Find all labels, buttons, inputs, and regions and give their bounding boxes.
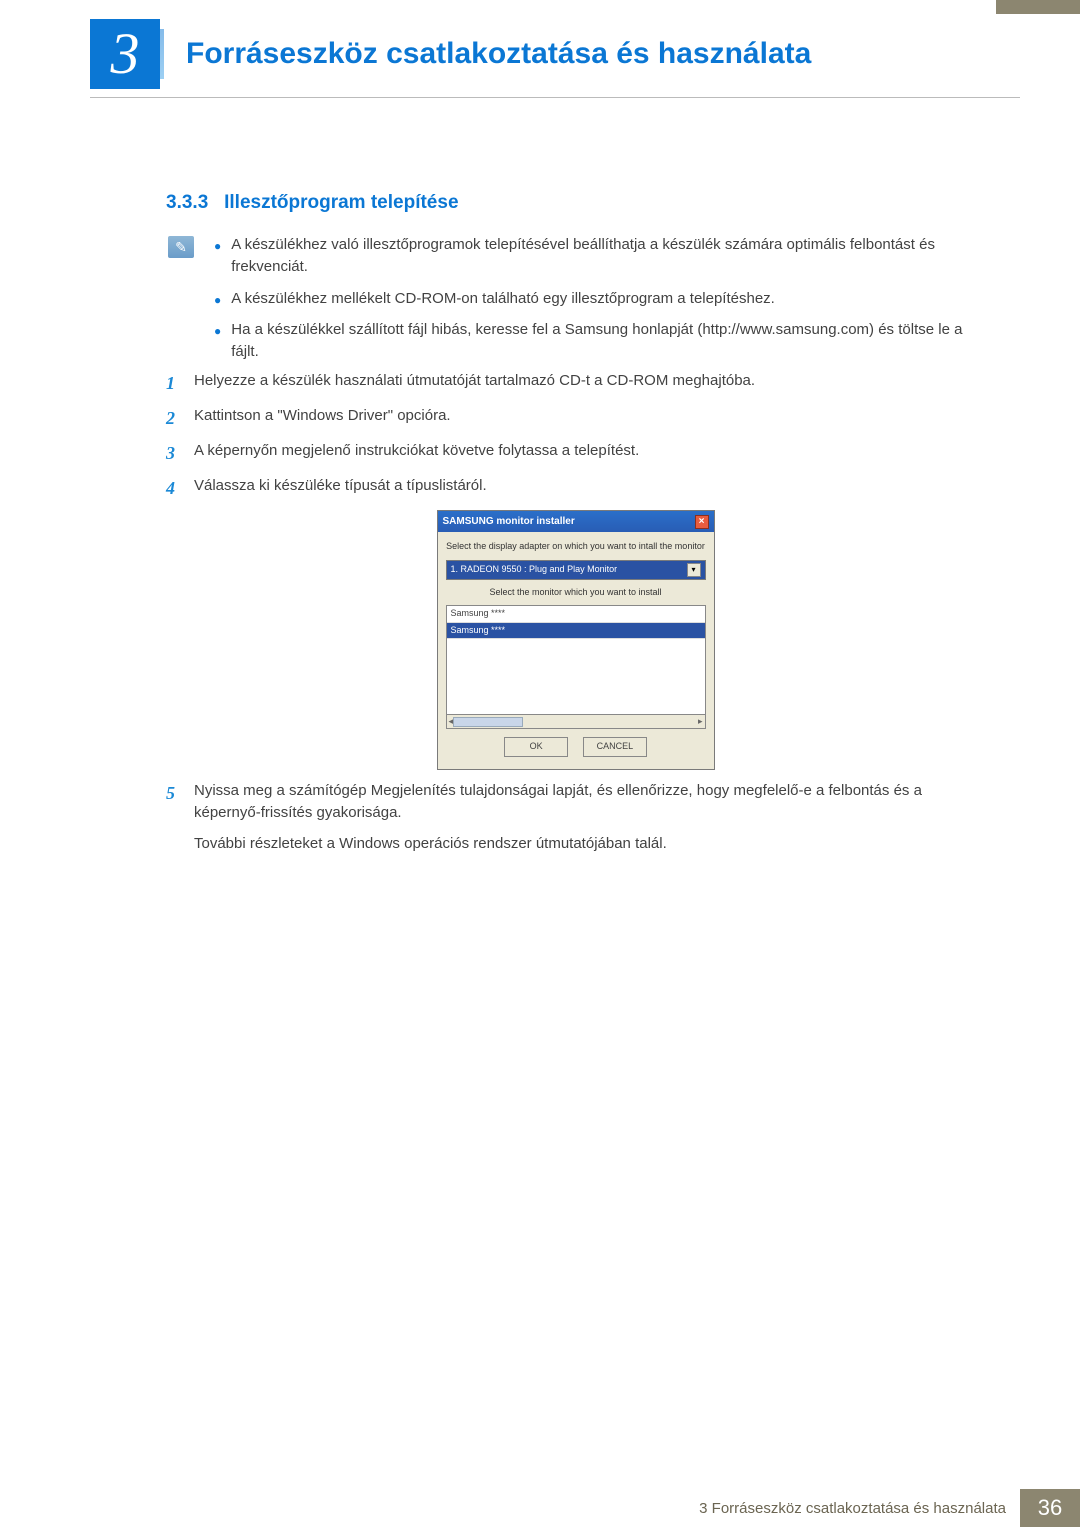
list-item[interactable]: Samsung **** [447,623,705,640]
top-edge-tab [996,0,1080,14]
page-footer: 3 Forráseszköz csatlakoztatása és haszná… [0,1489,1080,1527]
list-item[interactable]: Samsung **** [447,606,705,623]
chapter-number-badge: 3 [90,19,160,89]
page-number: 36 [1020,1489,1080,1527]
dialog-title-text: SAMSUNG monitor installer [443,514,575,529]
step-text: Válassza ki készüléke típusát a típuslis… [194,475,985,502]
steps-block: 1Helyezze a készülék használati útmutató… [166,370,985,863]
chevron-down-icon[interactable]: ▾ [687,563,701,577]
note-text: Ha a készülékkel szállított fájl hibás, … [231,319,985,363]
dialog-titlebar: SAMSUNG monitor installer × [438,511,714,532]
step-number: 1 [166,370,194,397]
step-number: 2 [166,405,194,432]
monitor-list[interactable]: Samsung **** Samsung **** [446,605,706,715]
section-title: Illesztőprogram telepítése [224,192,458,213]
horizontal-scrollbar[interactable]: ◂ ▸ [446,715,706,729]
bullet-icon: ● [214,292,221,310]
step-text: A képernyőn megjelenő instrukciókat köve… [194,440,985,467]
step-extra-text: További részleteket a Windows operációs … [194,833,985,856]
section-heading: 3.3.3 Illesztőprogram telepítése [166,192,459,214]
note-text: A készülékhez való illesztőprogramok tel… [231,234,985,278]
chapter-title: Forráseszköz csatlakoztatása és használa… [186,37,811,71]
step-text: Kattintson a "Windows Driver" opcióra. [194,405,985,432]
step-number: 3 [166,440,194,467]
dialog-instruction-1: Select the display adapter on which you … [446,540,706,554]
section-number: 3.3.3 [166,192,208,213]
bullet-icon: ● [214,238,221,278]
ok-button[interactable]: OK [504,737,568,757]
note-icon: ✎ [168,236,194,258]
scroll-right-icon[interactable]: ▸ [698,715,703,729]
scroll-thumb[interactable] [453,717,523,727]
installer-screenshot: SAMSUNG monitor installer × Select the d… [166,510,985,770]
cancel-button[interactable]: CANCEL [583,737,647,757]
dialog-instruction-2: Select the monitor which you want to ins… [446,586,706,600]
step-number: 4 [166,475,194,502]
footer-chapter-label: 3 Forráseszköz csatlakoztatása és haszná… [699,1489,1020,1527]
installer-dialog: SAMSUNG monitor installer × Select the d… [437,510,715,770]
adapter-selected-value: 1. RADEON 9550 : Plug and Play Monitor [451,563,618,577]
step-number: 5 [166,780,194,825]
chapter-header: 3 Forráseszköz csatlakoztatása és haszná… [90,20,1020,98]
note-block: ●A készülékhez való illesztőprogramok te… [214,234,985,373]
step-text: Helyezze a készülék használati útmutatój… [194,370,985,397]
adapter-select[interactable]: 1. RADEON 9550 : Plug and Play Monitor ▾ [446,560,706,580]
bullet-icon: ● [214,323,221,363]
note-text: A készülékhez mellékelt CD-ROM-on találh… [231,288,775,310]
close-icon[interactable]: × [695,515,709,529]
step-text: Nyissa meg a számítógép Megjelenítés tul… [194,780,985,825]
